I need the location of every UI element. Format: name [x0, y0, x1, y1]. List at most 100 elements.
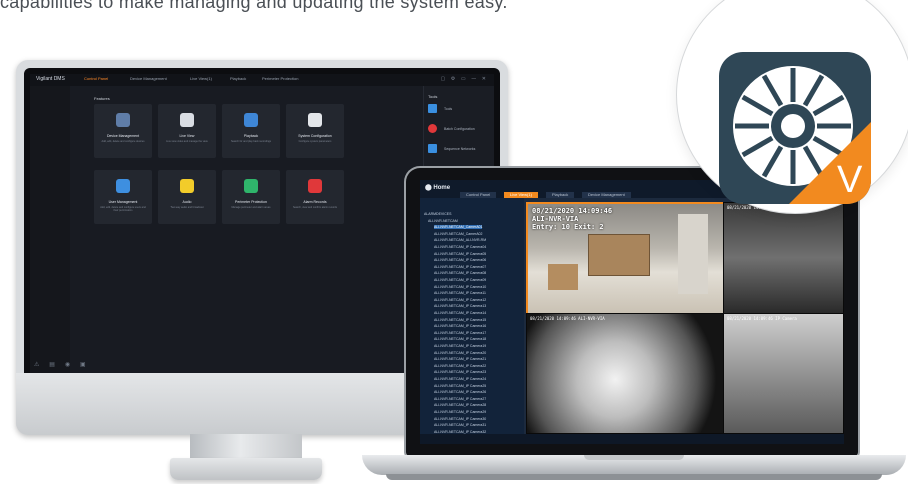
tile-title: Playback — [243, 134, 259, 138]
camera-view-2[interactable]: 08/21/2020 14:09:46 — [723, 202, 844, 314]
camera-view-4[interactable]: 08/21/2020 14:09:46 IP Camera — [723, 313, 844, 434]
tree-item[interactable]: ALI-NVR-NETCAM_IP Camera27 — [434, 397, 486, 401]
feature-tile[interactable]: Playback Search for and play back recordi… — [222, 104, 280, 158]
tree-item[interactable]: ALI-NVR-NETCAM_IP Camera18 — [434, 337, 486, 341]
app-brand: Vigilant DMS — [36, 76, 65, 82]
tree-item[interactable]: ALI-NVR-NETCAM_IP Camera04 — [434, 245, 486, 249]
feature-tile[interactable]: Audio Two-way audio and broadcast — [158, 170, 216, 224]
feature-tile[interactable]: Perimeter Protection Manage perimeter and… — [222, 170, 280, 224]
title-bar: Vigilant DMS Control Panel Device Manage… — [30, 74, 494, 86]
tree-item[interactable]: ALI-NVR-NETCAM_IP Camera07 — [434, 265, 486, 269]
camera-view-main[interactable]: 08/21/2020 14:09:46 ALI-NVR-VIA Entry: 1… — [526, 202, 726, 316]
scene-boxes — [548, 264, 578, 290]
tree-item[interactable]: ALI-NVR-NETCAM_IP Camera24 — [434, 377, 486, 381]
overlay-timestamp: 08/21/2020 14:09:46 IP Camera — [727, 316, 797, 321]
tool-item-network[interactable]: Sequence Networks — [428, 144, 490, 156]
tree-item[interactable]: ALI-NVR-NETCAM_IP Camera08 — [434, 271, 486, 275]
tree-item[interactable]: ALI-NVR-NETCAM_IP Camera29 — [434, 410, 486, 414]
users-icon — [116, 179, 130, 193]
tile-title: Perimeter Protection — [235, 200, 267, 204]
tree-item[interactable]: ALI-NVR-NETCAM_IP Camera06 — [434, 258, 486, 262]
tree-item[interactable]: ALI-NVR-NETCAM_IP Camera11 — [434, 291, 486, 295]
tree-item[interactable]: ALI-NVR-NETCAM_IP Camera16 — [434, 324, 486, 328]
feature-tile[interactable]: System Configuration Configure system par… — [286, 104, 344, 158]
tree-item[interactable]: ALI-NVR-NETCAM_IP Camera09 — [434, 278, 486, 282]
tile-title: Audio — [182, 200, 192, 204]
camera-view-fisheye[interactable]: 08/21/2020 14:09:46 ALI-NVR-VIA — [526, 313, 724, 434]
home-text: Home — [433, 185, 451, 191]
tree-item[interactable]: ALI-NVR-NETCAM_CamerA02 — [434, 232, 482, 236]
camera-overlay-text: 08/21/2020 14:09:46 ALI-NVR-VIA Entry: 1… — [532, 207, 612, 231]
overlay-counter: Entry: 10 Exit: 2 — [532, 223, 604, 231]
tree-item[interactable]: ALI-NVR-NETCAM_IP Camera23 — [434, 370, 486, 374]
tools-heading: Tools — [428, 94, 438, 99]
bottom-toolbar-icons[interactable]: ⚠ ▤ ◉ ▣ — [34, 361, 90, 368]
features-heading: Features — [94, 96, 110, 101]
perimeter-icon — [244, 179, 258, 193]
tree-item[interactable]: ALI-NVR-NETCAM — [428, 219, 458, 223]
monitor-icon — [428, 104, 437, 113]
tab-perimeter-protection[interactable]: Perimeter Protection — [262, 76, 298, 81]
gear-icon — [308, 113, 322, 127]
feature-tile[interactable]: Alarm Records Search, view and confirm al… — [286, 170, 344, 224]
tree-item[interactable]: ALI-NVR-NETCAM_IP Camera20 — [434, 351, 486, 355]
tree-item[interactable]: ALARMDEVICES — [424, 212, 451, 216]
feature-tile[interactable]: User Management Add, edit, delete and con… — [94, 170, 152, 224]
tree-item[interactable]: ALI-NVR-NETCAM_IP Camera21 — [434, 357, 486, 361]
tree-item[interactable]: ALI-NVR-NETCAM_IP Camera12 — [434, 298, 486, 302]
laptop-notch — [584, 455, 684, 460]
tree-item[interactable]: ALI-NVR-NETCAM_IP Camera14 — [434, 311, 486, 315]
tab-device-management[interactable]: Device Management — [582, 192, 631, 198]
device-tree: ALARMDEVICES ALI-NVR-NETCAM ALI-NVR-NETCAM… — [420, 198, 524, 434]
tool-item-batch[interactable]: Batch Configuration — [428, 124, 490, 136]
tab-control-panel[interactable]: Control Panel — [84, 76, 108, 81]
tab-playback[interactable]: Playback — [230, 76, 246, 81]
tree-item[interactable]: ALI-NVR-NETCAM_IP Camera15 — [434, 318, 486, 322]
tab-live-view[interactable]: Live View(1) — [190, 76, 212, 81]
audio-icon — [180, 179, 194, 193]
tile-description: Manage perimeter and alarm areas — [231, 206, 271, 209]
tile-description: Add, edit, delete and configure devices — [101, 140, 145, 143]
tree-item[interactable]: ALI-NVR-NETCAM_IP Camera22 — [434, 364, 486, 368]
playback-toolbar[interactable] — [420, 434, 844, 444]
overlay-timestamp: 08/21/2020 14:09:46 — [532, 207, 613, 215]
tree-item[interactable]: ALI-NVR-NETCAM_IP Camera25 — [434, 384, 486, 388]
scene-door — [678, 214, 708, 294]
tree-item[interactable]: ALI-NVR-NETCAM_ALI-NVR-RM — [434, 238, 486, 242]
tree-item[interactable]: ALI-NVR-NETCAM_IP Camera28 — [434, 403, 486, 407]
tile-title: Alarm Records — [303, 200, 327, 204]
feature-tile[interactable]: Live View Live view video and manage the … — [158, 104, 216, 158]
tree-item[interactable]: ALI-NVR-NETCAM_IP Camera31 — [434, 423, 486, 427]
tree-item[interactable]: ALI-NVR-NETCAM_CamerA01 — [434, 225, 483, 230]
tile-description: Search, view and confirm alarm records — [292, 206, 338, 209]
tree-item[interactable]: ALI-NVR-NETCAM_IP Camera05 — [434, 252, 486, 256]
window-controls[interactable]: ▢ ⚙ ▭ — ✕ — [441, 76, 488, 82]
home-label[interactable]: ⬤ Home — [425, 184, 450, 191]
tile-title: Live View — [179, 134, 195, 138]
tile-description: Configure system parameters — [298, 140, 332, 143]
tab-playback[interactable]: Playback — [546, 192, 575, 198]
monitor-stand-base — [170, 458, 322, 480]
laptop-foot — [386, 474, 882, 480]
left-sidebar — [30, 86, 70, 373]
app-letter: V — [837, 159, 863, 201]
device-icon — [116, 113, 130, 127]
tree-item[interactable]: ALI-NVR-NETCAM_IP Camera13 — [434, 304, 486, 308]
tree-item[interactable]: ALI-NVR-NETCAM_IP Camera10 — [434, 285, 486, 289]
tree-item[interactable]: ALI-NVR-NETCAM_IP Camera30 — [434, 417, 486, 421]
tool-label: Tools — [444, 107, 453, 111]
tool-item-tools[interactable]: Tools — [428, 104, 490, 116]
tab-device-management[interactable]: Device Management — [130, 76, 167, 81]
camera-icon — [180, 113, 194, 127]
playback-icon — [244, 113, 258, 127]
laptop-screen: ⬤ Home Control Panel Live View(1) Playba… — [420, 180, 844, 444]
alarm-icon — [308, 179, 322, 193]
feature-tile[interactable]: Device Management Add, edit, delete and c… — [94, 104, 152, 158]
tree-item[interactable]: ALI-NVR-NETCAM_IP Camera19 — [434, 344, 486, 348]
network-icon — [428, 144, 437, 153]
tile-title: System Configuration — [298, 134, 332, 138]
overlay-camera-name: ALI-NVR-VIA — [532, 215, 579, 223]
tree-item[interactable]: ALI-NVR-NETCAM_IP Camera17 — [434, 331, 486, 335]
tile-description: Two-way audio and broadcast — [170, 206, 204, 209]
tree-item[interactable]: ALI-NVR-NETCAM_IP Camera26 — [434, 390, 486, 394]
